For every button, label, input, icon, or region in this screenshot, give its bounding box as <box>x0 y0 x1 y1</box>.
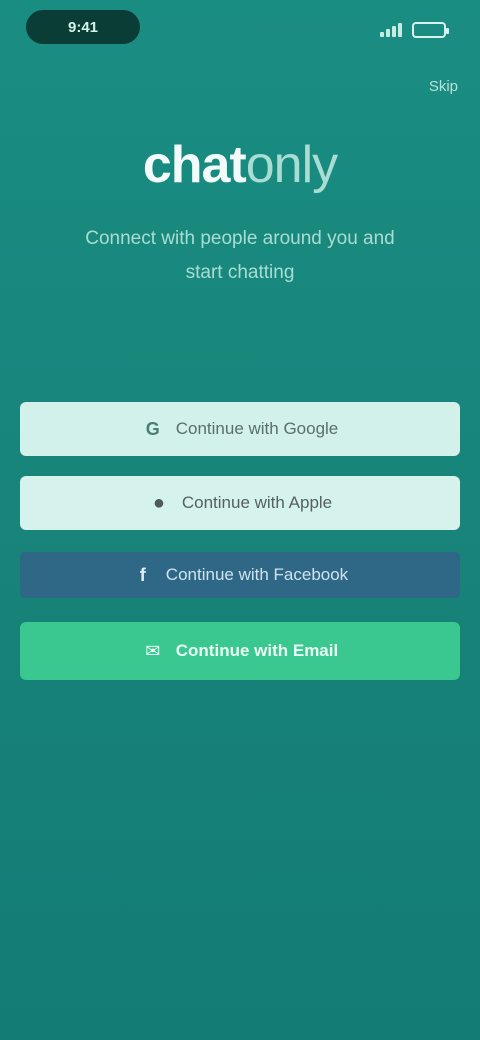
app-logo: chatonly <box>0 130 480 200</box>
facebook-icon: f <box>139 565 146 585</box>
apple-button-label: Continue with Apple <box>181 493 333 512</box>
google-icon: G <box>145 419 160 439</box>
skip-link[interactable]: Skip <box>378 74 458 100</box>
signal-bars-icon <box>380 23 402 37</box>
continue-with-google-button[interactable]: G Continue with Google <box>20 402 460 456</box>
facebook-button-label: Continue with Facebook <box>165 565 349 584</box>
email-button-label: Continue with Email <box>175 641 339 660</box>
google-button-label: Continue with Google <box>175 419 339 438</box>
status-time: 9:41 <box>26 10 140 44</box>
welcome-screen: 9:41 Skip chatonly Connect with people a… <box>0 0 480 1040</box>
continue-with-email-button[interactable]: ✉ Continue with Email <box>20 622 460 680</box>
tagline: Connect with people around you and start… <box>85 228 395 283</box>
continue-with-facebook-button[interactable]: f Continue with Facebook <box>20 552 460 598</box>
battery-icon <box>412 22 449 38</box>
apple-icon: ● <box>152 492 165 514</box>
logo-text-strong: chat <box>142 136 247 194</box>
email-icon: ✉ <box>145 641 161 661</box>
status-icons <box>380 20 449 40</box>
logo-text-light: only <box>245 136 338 194</box>
continue-with-apple-button[interactable]: ● Continue with Apple <box>20 476 460 530</box>
status-bar: 9:41 <box>0 0 480 60</box>
